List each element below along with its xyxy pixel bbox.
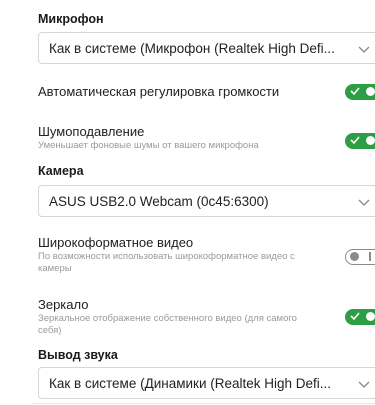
camera-section-title: Камера bbox=[38, 164, 84, 178]
toggle-knob bbox=[366, 312, 375, 321]
settings-panel: Микрофон Как в системе (Микрофон (Realte… bbox=[0, 0, 375, 405]
check-icon bbox=[350, 136, 360, 145]
toggle-off-mark bbox=[369, 252, 371, 261]
chevron-down-icon bbox=[358, 46, 370, 53]
microphone-select-value: Как в системе (Микрофон (Realtek High De… bbox=[49, 40, 335, 56]
toggle-knob bbox=[366, 87, 375, 96]
mirror-description: Зеркальное отображение собственного виде… bbox=[38, 313, 297, 336]
chevron-down-icon bbox=[358, 199, 370, 206]
audio-output-section-title: Вывод звука bbox=[38, 348, 118, 362]
microphone-section-title: Микрофон bbox=[38, 12, 104, 26]
check-icon bbox=[350, 312, 360, 321]
auto-gain-toggle[interactable] bbox=[345, 84, 375, 100]
widescreen-description: По возможности использовать широкоформат… bbox=[38, 251, 295, 274]
noise-suppression-description: Уменьшает фоновые шумы от вашего микрофо… bbox=[38, 140, 259, 151]
noise-suppression-toggle[interactable] bbox=[345, 133, 375, 149]
check-icon bbox=[350, 87, 360, 96]
audio-output-select-value: Как в системе (Динамики (Realtek High De… bbox=[49, 375, 332, 391]
widescreen-label: Широкоформатное видео bbox=[38, 235, 194, 250]
toggle-knob bbox=[366, 136, 375, 145]
audio-output-select[interactable]: Как в системе (Динамики (Realtek High De… bbox=[38, 367, 375, 399]
mirror-toggle[interactable] bbox=[345, 309, 375, 325]
widescreen-toggle[interactable] bbox=[345, 249, 375, 265]
camera-select-value: ASUS USB2.0 Webcam (0c45:6300) bbox=[49, 193, 269, 209]
noise-suppression-label: Шумоподавление bbox=[38, 124, 145, 139]
chevron-down-icon bbox=[358, 381, 370, 388]
toggle-knob bbox=[350, 252, 359, 261]
auto-gain-label: Автоматическая регулировка громкости bbox=[38, 84, 280, 99]
mirror-label: Зеркало bbox=[38, 297, 89, 312]
bottom-divider bbox=[32, 403, 375, 404]
camera-select[interactable]: ASUS USB2.0 Webcam (0c45:6300) bbox=[38, 185, 375, 217]
microphone-select[interactable]: Как в системе (Микрофон (Realtek High De… bbox=[38, 32, 375, 64]
